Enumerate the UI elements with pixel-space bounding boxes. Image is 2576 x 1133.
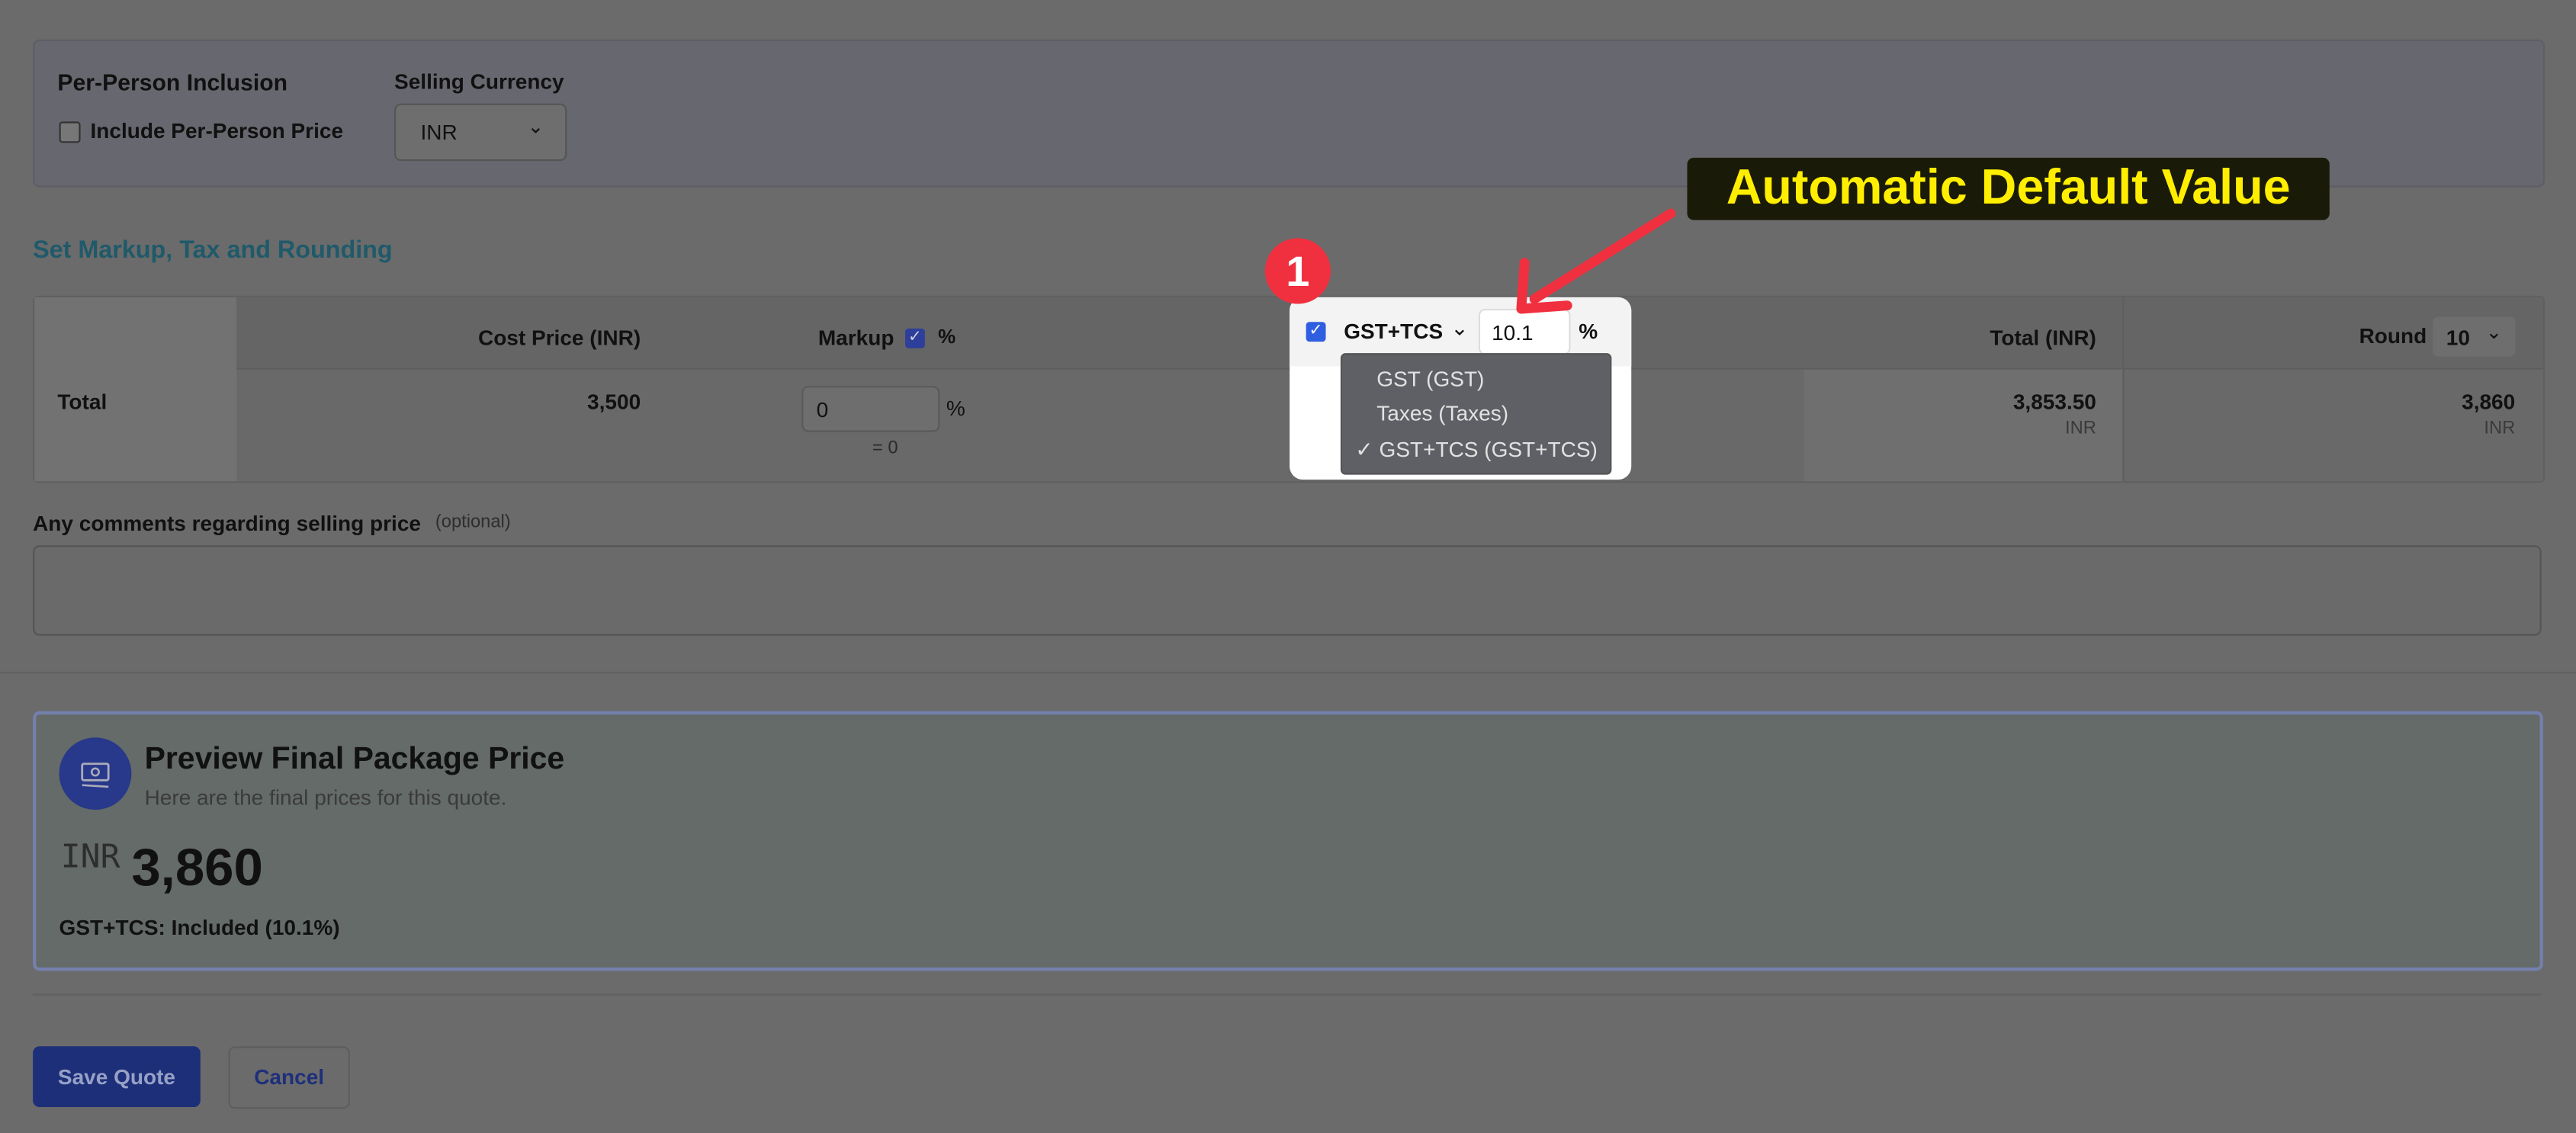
currency-select[interactable]: INR ⌄ xyxy=(394,103,567,162)
header-cost: Cost Price (INR) xyxy=(477,325,641,350)
comments-label: Any comments regarding selling price xyxy=(33,510,422,536)
row-rounded: 3,860 xyxy=(2462,389,2516,414)
markup-equivalent: = 0 xyxy=(872,438,898,459)
tax-option-selected[interactable]: ✓ GST+TCS (GST+TCS) xyxy=(1355,437,1598,463)
chevron-down-icon: ⌄ xyxy=(1450,315,1469,340)
tax-type-select[interactable]: GST+TCS xyxy=(1344,319,1443,343)
row-cost: 3,500 xyxy=(587,389,641,414)
markup-value: 0 xyxy=(816,397,829,422)
preview-tax-note: GST+TCS: Included (10.1%) xyxy=(59,914,340,940)
currency-label: Selling Currency xyxy=(394,69,564,94)
annotation-arrow-icon xyxy=(1516,208,1676,314)
money-icon xyxy=(59,737,132,810)
annotation-label: Automatic Default Value xyxy=(1687,157,2330,220)
per-person-label: Include Per-Person Price xyxy=(90,118,344,143)
row-total-currency: INR xyxy=(2065,419,2096,439)
preview-amount: 3,860 xyxy=(131,837,263,897)
tax-type-dropdown: GST (GST) Taxes (Taxes) ✓ GST+TCS (GST+T… xyxy=(1340,353,1612,475)
row-rounded-currency: INR xyxy=(2484,419,2516,439)
header-markup: Markup xyxy=(817,325,895,350)
preview-subtitle: Here are the final prices for this quote… xyxy=(144,785,507,810)
round-value: 10 xyxy=(2446,325,2470,350)
tax-checkbox[interactable]: ✓ xyxy=(1306,322,1326,342)
per-person-heading: Per-Person Inclusion xyxy=(57,69,288,95)
preview-title: Preview Final Package Price xyxy=(144,742,565,777)
comments-textarea[interactable] xyxy=(33,545,2542,636)
chevron-down-icon: ⌄ xyxy=(2485,320,2503,344)
markup-checkbox[interactable]: ✓ xyxy=(905,328,925,348)
currency-value: INR xyxy=(420,120,458,145)
divider xyxy=(33,993,2542,996)
header-total: Total (INR) xyxy=(1990,325,2096,350)
per-person-checkbox[interactable] xyxy=(59,121,81,143)
section-title: Set Markup, Tax and Rounding xyxy=(33,236,393,265)
tax-option[interactable]: Taxes (Taxes) xyxy=(1376,401,1508,425)
quote-pricing-form: Per-Person Inclusion Include Per-Person … xyxy=(0,0,2576,1133)
row-total: 3,853.50 xyxy=(2012,389,2096,414)
markup-unit: % xyxy=(946,396,965,421)
markup-input[interactable]: 0 xyxy=(801,386,940,432)
step-badge: 1 xyxy=(1264,238,1331,304)
row-label: Total xyxy=(57,389,108,414)
save-quote-button[interactable]: Save Quote xyxy=(33,1046,201,1107)
chevron-down-icon: ⌄ xyxy=(527,114,544,138)
round-select[interactable]: 10 ⌄ xyxy=(2431,315,2517,358)
header-markup-unit: % xyxy=(938,325,956,348)
tax-option[interactable]: GST (GST) xyxy=(1376,366,1484,390)
preview-currency: INR xyxy=(60,836,120,876)
cancel-button[interactable]: Cancel xyxy=(228,1046,350,1109)
divider xyxy=(0,672,2576,674)
column-divider xyxy=(2122,297,2125,482)
comments-optional: (optional) xyxy=(435,512,511,532)
header-round: Round xyxy=(2359,323,2427,348)
